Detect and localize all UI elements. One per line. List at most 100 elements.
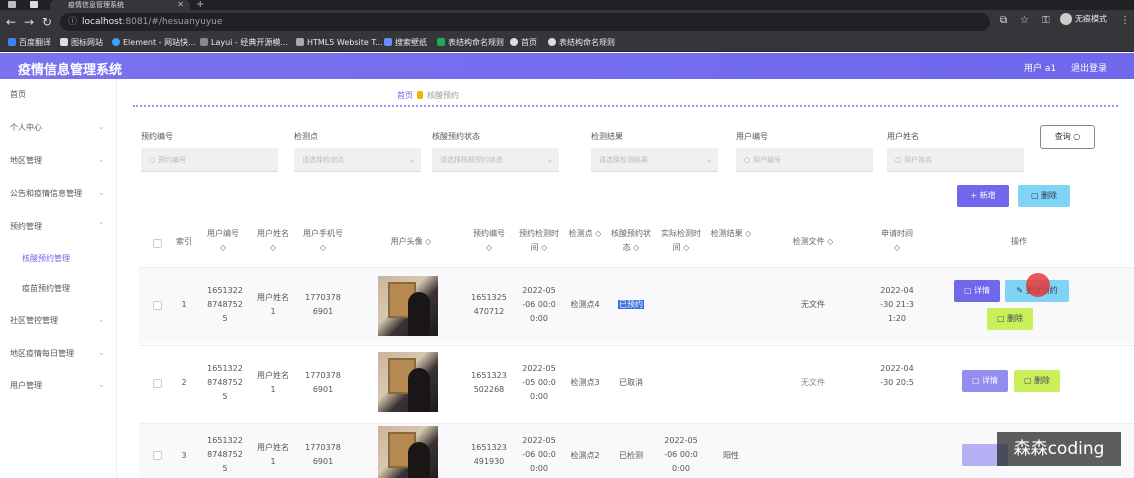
cell-user-name: 用户姓名 1 <box>257 443 289 466</box>
sidebar-item-notice[interactable]: 公告和疫情信息管理 <box>10 188 82 199</box>
profile-button[interactable]: 无痕模式 <box>1060 13 1107 25</box>
delete-button[interactable]: ▢ 删除 <box>987 308 1033 330</box>
detail-icon: ▢ <box>971 376 983 385</box>
cell-actual-time: 2022-05 -06 00:0 0:00 <box>664 436 698 473</box>
tab-close-icon[interactable]: ✕ <box>177 0 184 10</box>
query-button[interactable]: 查询 ○ <box>1040 125 1095 149</box>
trash-icon: ▢ <box>1023 376 1035 385</box>
user-no-input[interactable]: ○ 用户编号 <box>736 148 873 172</box>
col-site[interactable]: 检测点 ◇ <box>567 227 603 241</box>
browser-menu-icon[interactable]: ⋮ <box>1120 15 1130 26</box>
sidebar-subitem-vaccine[interactable]: 疫苗预约管理 <box>22 283 70 294</box>
tab-search-icon[interactable] <box>30 1 38 8</box>
new-tab-icon[interactable]: + <box>196 0 204 10</box>
batch-delete-button[interactable]: ▢ 删除 <box>1018 185 1070 207</box>
col-order-no[interactable]: 预约编号 ◇ <box>469 227 509 255</box>
breadcrumb-home[interactable]: 首页 <box>397 91 413 100</box>
bookmark-item[interactable]: 表结构命名规则 <box>548 37 615 49</box>
col-avatar[interactable]: 用户头像 ◇ <box>379 235 443 249</box>
window-menu-icon[interactable] <box>8 1 16 8</box>
sidebar-item-appointment[interactable]: 预约管理 <box>10 221 42 232</box>
cell-order-no: 1651323 502268 <box>471 371 507 394</box>
key-icon[interactable]: ⚿ <box>1042 15 1050 26</box>
bookmark-item[interactable]: Element - 网站快... <box>112 37 196 49</box>
col-phone[interactable]: 用户手机号 ◇ <box>303 227 343 255</box>
cell-status: 已取消 <box>619 378 643 387</box>
forward-icon[interactable]: → <box>24 15 34 29</box>
chevron-down-icon: ⌄ <box>98 188 105 197</box>
bookmark-item[interactable]: 表结构命名规则 <box>437 37 504 49</box>
col-result[interactable]: 检测结果 ◇ <box>709 227 753 241</box>
table-row: 3 1651322 8748752 5 用户姓名 1 1770378 6901 … <box>139 423 1134 478</box>
col-order-time[interactable]: 预约检测时间 ◇ <box>519 227 559 255</box>
col-user-no[interactable]: 用户编号 ◇ <box>205 227 241 255</box>
detail-button[interactable]: ▢ 详情 <box>954 280 1000 302</box>
translate-icon[interactable]: ⧉ <box>1000 15 1007 26</box>
chevron-down-icon: ⌄ <box>98 155 105 164</box>
bookmark-item[interactable]: Layui - 经典开源模... <box>200 37 288 49</box>
chevron-down-icon: ⌄ <box>409 156 415 164</box>
url-path: :8081/#/hesuanyuyue <box>122 17 223 27</box>
back-icon[interactable]: ← <box>6 15 16 29</box>
bookmark-item[interactable]: 首页 <box>510 37 537 49</box>
result-select[interactable]: 请选择检测结果 ⌄ <box>591 148 718 172</box>
detail-button[interactable]: ▢ 详情 <box>962 370 1008 392</box>
status-select[interactable]: 请选择核酸预约状态 ⌄ <box>432 148 559 172</box>
cell-user-name: 用户姓名 1 <box>257 293 289 316</box>
delete-button[interactable]: ▢ 删除 <box>1014 370 1060 392</box>
chevron-down-icon: ⌄ <box>98 315 105 324</box>
sidebar-item-community[interactable]: 社区管控管理 <box>10 315 58 326</box>
col-actual-time[interactable]: 实际检测时间 ◇ <box>659 227 703 255</box>
bookmark-item[interactable]: 百度翻译 <box>8 37 51 49</box>
bookmark-item[interactable]: 图标网站 <box>60 37 103 49</box>
order-no-input[interactable]: ○ 预约编号 <box>141 148 278 172</box>
sidebar-item-home[interactable]: 首页 <box>10 89 26 100</box>
select-all-checkbox[interactable] <box>153 239 162 248</box>
sidebar-item-region[interactable]: 地区管理 <box>10 155 42 166</box>
filter-label-site: 检测点 <box>294 132 318 141</box>
row-checkbox[interactable] <box>153 301 162 310</box>
bookmark-star-icon[interactable]: ☆ <box>1020 15 1029 26</box>
sidebar-item-users[interactable]: 用户管理 <box>10 380 42 391</box>
detail-icon: ▢ <box>963 286 975 295</box>
info-icon: ⓘ <box>68 17 78 27</box>
url-field[interactable]: ⓘ localhost:8081/#/hesuanyuyue <box>60 13 990 31</box>
sidebar-subitem-nucleic[interactable]: 核酸预约管理 <box>22 253 70 264</box>
row-checkbox[interactable] <box>153 451 162 460</box>
col-status[interactable]: 核酸预约状态 ◇ <box>611 227 651 255</box>
cell-status: 已预约 <box>618 300 644 309</box>
bookmark-item[interactable]: 搜索壁纸 <box>384 37 427 49</box>
cell-apply-time: 2022-04 -30 21:3 1:20 <box>880 286 914 323</box>
add-button[interactable]: + 新增 <box>957 185 1009 207</box>
cell-index: 3 <box>181 451 187 460</box>
reload-icon[interactable]: ↻ <box>42 15 52 29</box>
col-file[interactable]: 检测文件 ◇ <box>775 235 851 249</box>
site-select[interactable]: 请选择检测点 ⌄ <box>294 148 421 172</box>
browser-tab[interactable]: 疫情信息管理系统 ✕ <box>50 0 190 10</box>
address-bar-area: ← → ↻ ⓘ localhost:8081/#/hesuanyuyue ⧉ ☆… <box>0 10 1134 34</box>
browser-tabstrip: 疫情信息管理系统 ✕ + <box>0 0 1134 10</box>
watermark: 森森coding <box>997 432 1121 466</box>
bookmark-icon <box>112 38 120 46</box>
row-checkbox[interactable] <box>153 379 162 388</box>
user-name-input[interactable]: ○ 用户姓名 <box>887 148 1024 172</box>
sidebar-item-profile[interactable]: 个人中心 <box>10 122 42 133</box>
bookmark-icon <box>296 38 304 46</box>
cell-order-time: 2022-05 -06 00:0 0:00 <box>522 436 556 473</box>
logout-link[interactable]: 退出登录 <box>1071 61 1107 74</box>
filter-label-result: 检测结果 <box>591 132 623 141</box>
cell-status: 已检测 <box>619 451 643 460</box>
cell-site: 检测点4 <box>570 300 600 309</box>
cell-file: 无文件 <box>801 378 825 387</box>
cell-user-no: 1651322 8748752 5 <box>207 436 243 473</box>
col-apply-time[interactable]: 申请时间 ◇ <box>877 227 917 255</box>
sidebar-item-daily[interactable]: 地区疫情每日管理 <box>10 348 74 359</box>
col-user-name[interactable]: 用户姓名 ◇ <box>255 227 291 255</box>
bookmark-icon <box>548 38 556 46</box>
breadcrumb-separator-icon <box>417 91 423 99</box>
bookmark-item[interactable]: HTML5 Website T... <box>296 37 383 49</box>
chevron-down-icon: ⌄ <box>547 156 553 164</box>
col-actions: 操作 <box>1011 237 1027 246</box>
edit-icon: ✎ <box>1016 286 1026 295</box>
search-icon: ○ <box>744 156 751 164</box>
